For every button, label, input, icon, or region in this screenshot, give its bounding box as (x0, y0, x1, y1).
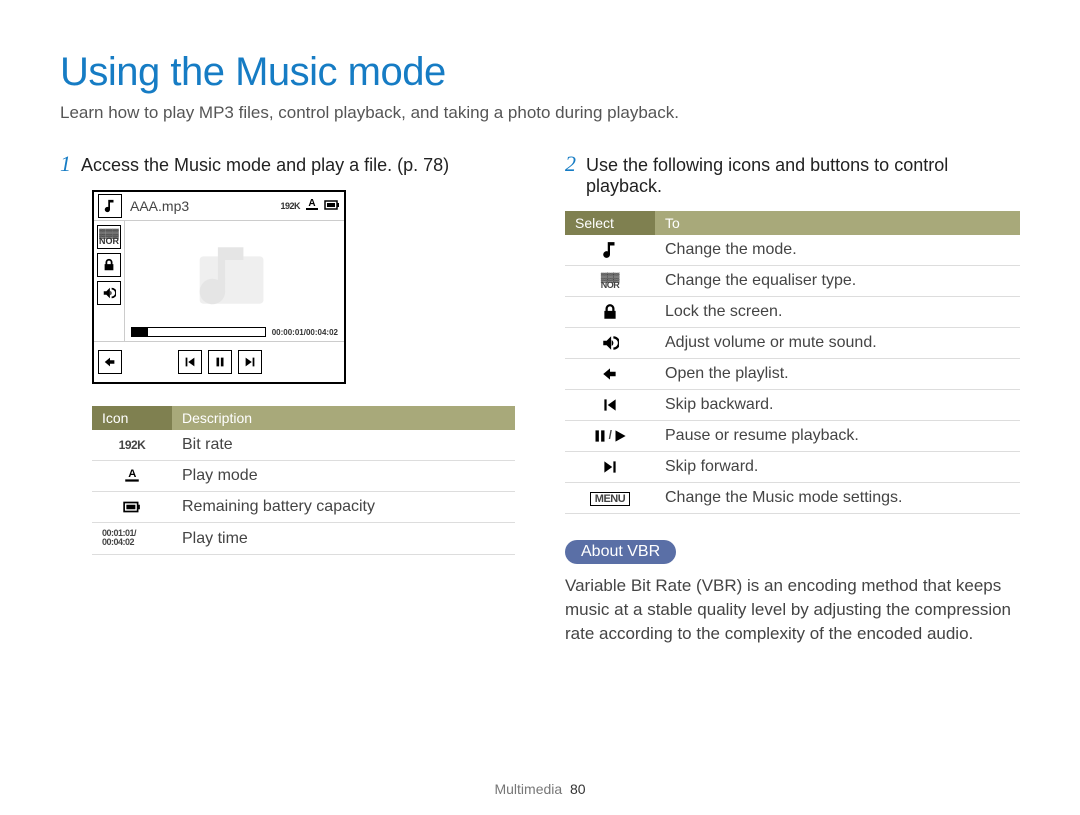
footer: Multimedia 80 (0, 781, 1080, 797)
equaliser-icon: ▓▓▓NOR (97, 225, 121, 249)
playmode-badge-icon (304, 197, 320, 216)
music-note-icon (98, 194, 122, 218)
table-row: 00:01:01/ 00:04:02 Play time (92, 523, 515, 555)
icon-table: Icon Description 192K Bit rate Play mode… (92, 406, 515, 555)
col-header-to: To (655, 211, 1020, 235)
step-1: 1 Access the Music mode and play a file.… (60, 153, 515, 176)
col-header-select: Select (565, 211, 655, 235)
table-row: Play mode (92, 461, 515, 492)
footer-section: Multimedia (494, 781, 562, 797)
table-row: Skip backward. (565, 390, 1020, 421)
table-row: Change the mode. (565, 235, 1020, 266)
table-row: Adjust volume or mute sound. (565, 328, 1020, 359)
bitrate-text-icon: 192K (92, 430, 172, 461)
playtime-text-icon: 00:01:01/ 00:04:02 (92, 523, 172, 555)
step-2: 2 Use the following icons and buttons to… (565, 153, 1020, 197)
row-desc: Remaining battery capacity (172, 492, 515, 523)
row-to: Open the playlist. (655, 359, 1020, 390)
row-to: Pause or resume playback. (655, 421, 1020, 452)
pause-icon (208, 350, 232, 374)
row-to: Lock the screen. (655, 297, 1020, 328)
battery-icon (324, 197, 340, 216)
skip-next-icon (565, 452, 655, 483)
table-row: 192K Bit rate (92, 430, 515, 461)
about-vbr-text: Variable Bit Rate (VBR) is an encoding m… (565, 574, 1020, 645)
battery-icon (92, 492, 172, 523)
table-row: Skip forward. (565, 452, 1020, 483)
volume-icon (97, 281, 121, 305)
row-to: Skip backward. (655, 390, 1020, 421)
skip-next-icon (238, 350, 262, 374)
lock-icon (565, 297, 655, 328)
song-title: AAA.mp3 (126, 198, 276, 214)
row-to: Change the equaliser type. (655, 266, 1020, 297)
back-icon (98, 350, 122, 374)
skip-prev-icon (565, 390, 655, 421)
step-text: Access the Music mode and play a file. (… (81, 155, 515, 176)
about-vbr-pill: About VBR (565, 540, 676, 564)
table-row: ▓▓▓NORChange the equaliser type. (565, 266, 1020, 297)
back-icon (565, 359, 655, 390)
playmode-icon (92, 461, 172, 492)
controls-table: Select To Change the mode. ▓▓▓NORChange … (565, 211, 1020, 514)
row-desc: Play time (172, 523, 515, 555)
row-to: Adjust volume or mute sound. (655, 328, 1020, 359)
skip-prev-icon (178, 350, 202, 374)
music-note-icon (565, 235, 655, 266)
lock-icon (97, 253, 121, 277)
table-row: MENUChange the Music mode settings. (565, 483, 1020, 514)
table-row: Lock the screen. (565, 297, 1020, 328)
step-number: 1 (60, 153, 71, 175)
col-header-desc: Description (172, 406, 515, 430)
table-row: Open the playlist. (565, 359, 1020, 390)
row-desc: Play mode (172, 461, 515, 492)
page-title: Using the Music mode (60, 50, 1020, 95)
row-to: Skip forward. (655, 452, 1020, 483)
table-row: Remaining battery capacity (92, 492, 515, 523)
step-number: 2 (565, 153, 576, 175)
progress-bar (131, 327, 266, 337)
time-badge: 00:00:01/00:04:02 (272, 328, 338, 337)
music-player-figure: AAA.mp3 192K ▓▓▓NOR (92, 190, 346, 384)
pause-play-icon: / (565, 421, 655, 452)
row-to: Change the Music mode settings. (655, 483, 1020, 514)
step-text: Use the following icons and buttons to c… (586, 155, 1020, 197)
table-row: /Pause or resume playback. (565, 421, 1020, 452)
volume-icon (565, 328, 655, 359)
footer-page: 80 (570, 781, 586, 797)
bitrate-badge: 192K (280, 201, 300, 211)
intro-text: Learn how to play MP3 files, control pla… (60, 103, 1020, 123)
col-header-icon: Icon (92, 406, 172, 430)
menu-button-icon: MENU (565, 483, 655, 514)
album-art-icon (167, 229, 287, 311)
equaliser-icon: ▓▓▓NOR (565, 266, 655, 297)
row-to: Change the mode. (655, 235, 1020, 266)
row-desc: Bit rate (172, 430, 515, 461)
